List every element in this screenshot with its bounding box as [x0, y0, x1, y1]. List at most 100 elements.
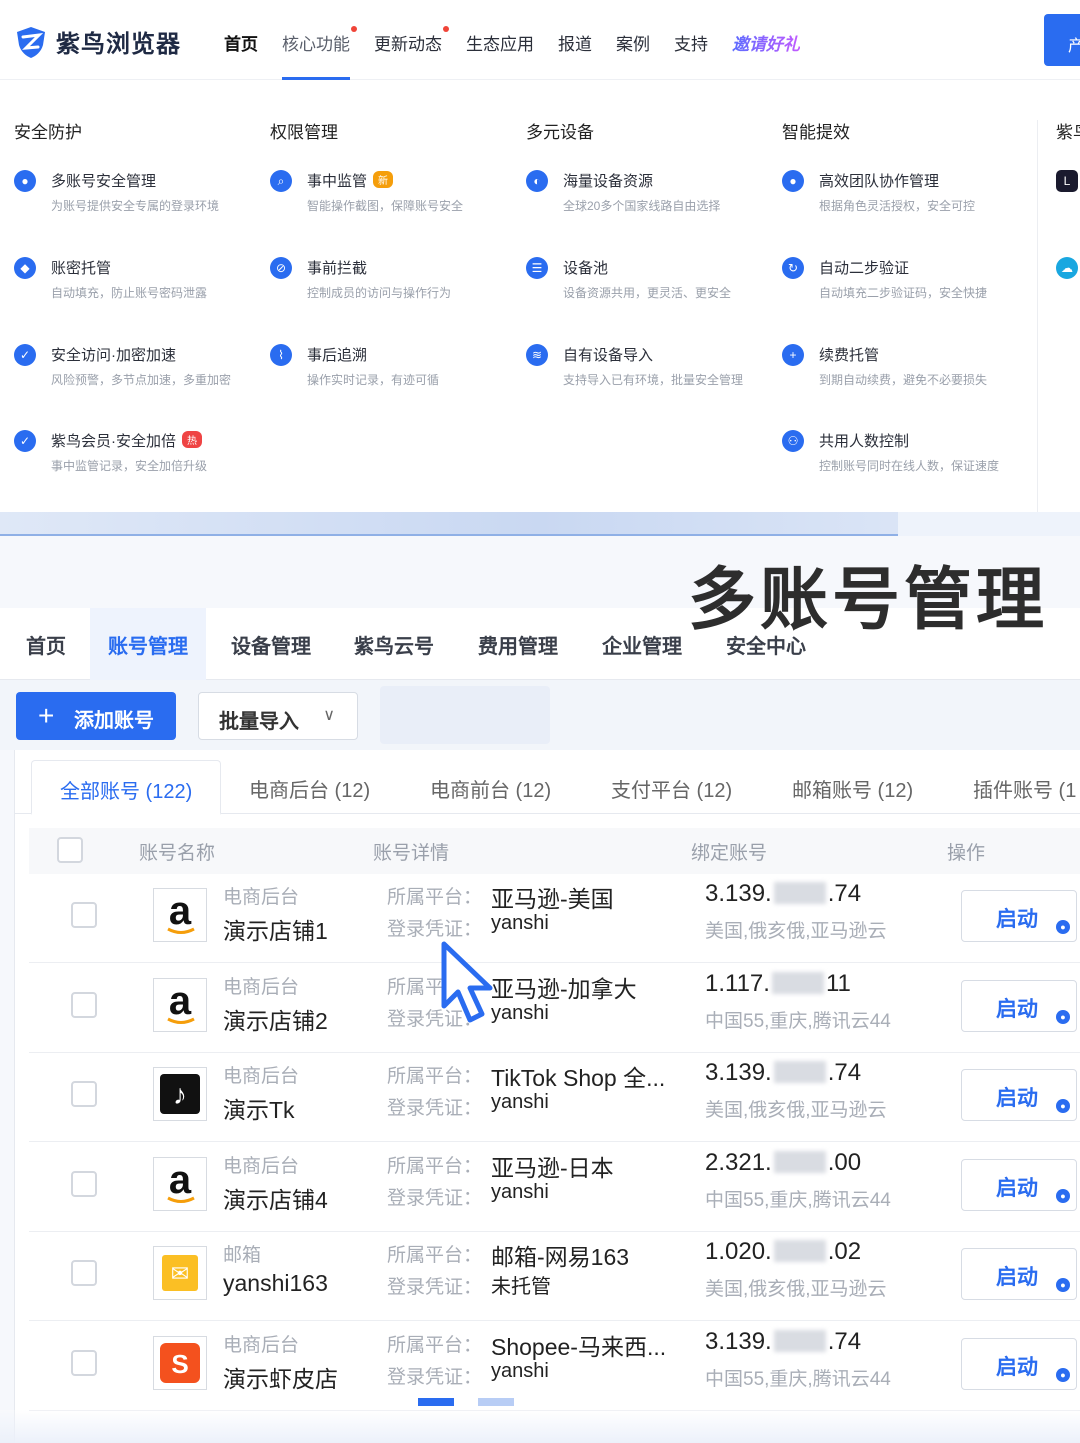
mega-item[interactable]: ⊘ 事前拦截 控制成员的访问与操作行为	[270, 251, 520, 311]
ip-mask	[773, 1150, 826, 1173]
mega-item[interactable]: ☁	[1056, 251, 1080, 311]
mega-item-title-text: 事后追溯	[307, 347, 368, 364]
mega-item-title-text: 安全访问·加密加速	[51, 347, 176, 364]
mega-item[interactable]: ⌕ 事中监管新智能操作截图，保障账号安全	[270, 164, 520, 224]
row-checkbox[interactable]	[71, 1260, 97, 1286]
status-dot-icon: ●	[1056, 920, 1070, 934]
new-badge: 新	[373, 171, 394, 188]
row-checkbox[interactable]	[71, 902, 97, 928]
mega-item[interactable]: ☰ 设备池 设备资源共用，更灵活、更安全	[526, 251, 776, 311]
app-tab-5[interactable]: 企业管理	[602, 630, 682, 659]
row-checkbox[interactable]	[71, 1081, 97, 1107]
start-button-label: 启动	[996, 997, 1038, 1021]
notification-dot	[351, 26, 357, 32]
nav-item-3[interactable]: 生态应用	[466, 30, 534, 80]
status-dot-icon: ●	[1056, 1367, 1070, 1382]
mega-item[interactable]: ⚇ 共用人数控制 控制账号同时在线人数，保证速度	[782, 424, 1032, 484]
mega-item-desc: 自动填充二步验证码，安全快捷	[819, 286, 988, 300]
mega-item-title-text: 账密托管	[51, 260, 112, 277]
tiktok-logo-icon: ♪	[153, 1067, 207, 1121]
mega-item[interactable]: ● 高效团队协作管理 根据角色灵活授权，安全可控	[782, 164, 1032, 224]
credential-key: 登录凭证：	[387, 1277, 483, 1298]
mega-item[interactable]: ✓ 安全访问·加密加速 风险预警，多节点加速，多重加密	[14, 338, 264, 398]
row-credential: yanshi	[491, 1180, 549, 1203]
core-features-mega-menu: 安全防护 ● 多账号安全管理 为账号提供安全专属的登录环境 ◆ 账密托管 自动填充，防止账号…	[0, 80, 1080, 512]
start-button-label: 启动	[996, 908, 1038, 931]
nav-item-0[interactable]: 首页	[224, 30, 258, 80]
mega-item[interactable]: ◆ 账密托管 自动填充，防止账号密码泄露	[14, 251, 264, 311]
app-tab-1[interactable]: 账号管理	[90, 608, 206, 680]
nav-item-6[interactable]: 支持	[674, 30, 708, 80]
category-tab-5[interactable]: 插件账号 (1	[973, 774, 1076, 803]
mega-item[interactable]: L	[1056, 164, 1080, 224]
mega-item[interactable]: ⌇ 事后追溯 操作实时记录，有迹可循	[270, 338, 520, 398]
row-credential: yanshi	[491, 1359, 549, 1382]
row-checkbox[interactable]	[71, 991, 97, 1018]
row-store-name: 演示店铺4	[223, 1186, 328, 1213]
row-checkbox[interactable]	[71, 1349, 97, 1376]
nav-item-1[interactable]: 核心功能	[282, 26, 357, 80]
mega-item-desc: 操作实时记录，有迹可循	[307, 373, 440, 387]
row-checkbox[interactable]	[71, 1170, 97, 1197]
mail-logo-icon: ✉	[153, 1246, 207, 1300]
mega-item[interactable]: ✓ 紫鸟会员·安全加倍热事中监管记录，安全加倍升级	[14, 424, 264, 484]
start-button-label: 启动	[996, 1176, 1038, 1200]
mega-item[interactable]: + 续费托管 到期自动续费，避免不必要损失	[782, 338, 1032, 398]
mega-divider	[1037, 120, 1038, 512]
start-button-label: 启动	[996, 1355, 1038, 1379]
add-account-button[interactable]: + 添加账号	[16, 692, 176, 740]
mega-item-desc: 控制成员的访问与操作行为	[307, 286, 452, 300]
category-tab-0[interactable]: 全部账号 (122)	[31, 760, 222, 815]
nav-item-2[interactable]: 更新动态	[374, 26, 449, 80]
start-button[interactable]: 启动 ●	[961, 1337, 1077, 1390]
chevron-down-icon: ∨	[323, 707, 335, 724]
mega-item-title-text: 自动二步验证	[819, 260, 910, 277]
mega-item[interactable]: ◐ 海量设备资源 全球20多个国家线路自由选择	[526, 164, 776, 224]
mega-item-title-text: 设备池	[563, 260, 609, 277]
status-dot-icon: ●	[1056, 1278, 1070, 1292]
row-store-name: yanshi163	[223, 1270, 328, 1296]
pager-dot[interactable]	[478, 1398, 514, 1406]
start-button[interactable]: 启动 ●	[961, 890, 1077, 942]
mega-item-title: 事后追溯	[307, 344, 367, 365]
row-category: 电商后台	[223, 1066, 300, 1087]
app-tab-4[interactable]: 费用管理	[478, 630, 558, 659]
bottom-fade	[0, 1410, 1080, 1443]
platform-key: 所属平台：	[387, 887, 483, 908]
category-tab-2[interactable]: 电商前台 (12)	[430, 774, 551, 803]
ip-prefix: 3.139.	[705, 1059, 772, 1086]
start-button[interactable]: 启动 ●	[961, 1069, 1077, 1121]
mega-item-title: 自动二步验证	[819, 257, 909, 278]
amazon-logo-icon: a	[153, 1156, 207, 1211]
row-platform: 亚马逊-加拿大	[491, 975, 637, 1002]
nav-item-5[interactable]: 案例	[616, 30, 650, 80]
brand-logo[interactable]: 紫鸟浏览器	[14, 24, 181, 59]
nav-item-7[interactable]: 邀请好礼	[732, 30, 800, 80]
app-tab-2[interactable]: 设备管理	[231, 630, 311, 659]
mega-item[interactable]: ● 多账号安全管理 为账号提供安全专属的登录环境	[14, 164, 264, 224]
app-tab-0[interactable]: 首页	[26, 630, 66, 659]
category-tab-1[interactable]: 电商后台 (12)	[249, 774, 370, 803]
mega-column-title: 智能提效	[782, 123, 850, 142]
pager-dot-active[interactable]	[418, 1398, 454, 1406]
mega-item[interactable]: ↻ 自动二步验证 自动填充二步验证码，安全快捷	[782, 251, 1032, 311]
batch-import-label: 批量导入	[219, 711, 299, 733]
nav-item-4[interactable]: 报道	[558, 30, 592, 80]
plus-icon: +	[38, 700, 55, 731]
start-button[interactable]: 启动 ●	[961, 979, 1077, 1032]
credential-key: 登录凭证：	[387, 1187, 483, 1209]
mega-item-title: 多账号安全管理	[51, 170, 156, 191]
app-tab-3[interactable]: 紫鸟云号	[354, 630, 434, 659]
table-row: S 电商后台 演示虾皮店 所属平台： Shopee-马来西... 登录凭证： yanshi 3…	[29, 1322, 1080, 1411]
row-location: 中国55,重庆,腾讯云44	[705, 1189, 891, 1211]
batch-import-dropdown[interactable]: 批量导入 ∨	[198, 692, 358, 740]
select-all-checkbox[interactable]	[57, 837, 83, 863]
mega-item-title: 续费托管	[819, 344, 879, 365]
ip-suffix: 11	[825, 969, 851, 997]
category-tab-3[interactable]: 支付平台 (12)	[611, 774, 732, 803]
cta-button[interactable]: 产	[1044, 14, 1080, 66]
start-button[interactable]: 启动 ●	[961, 1248, 1077, 1300]
start-button[interactable]: 启动 ●	[961, 1158, 1077, 1211]
mega-item[interactable]: ≋ 自有设备导入 支持导入已有环境，批量安全管理	[526, 338, 776, 398]
category-tab-4[interactable]: 邮箱账号 (12)	[792, 774, 913, 803]
